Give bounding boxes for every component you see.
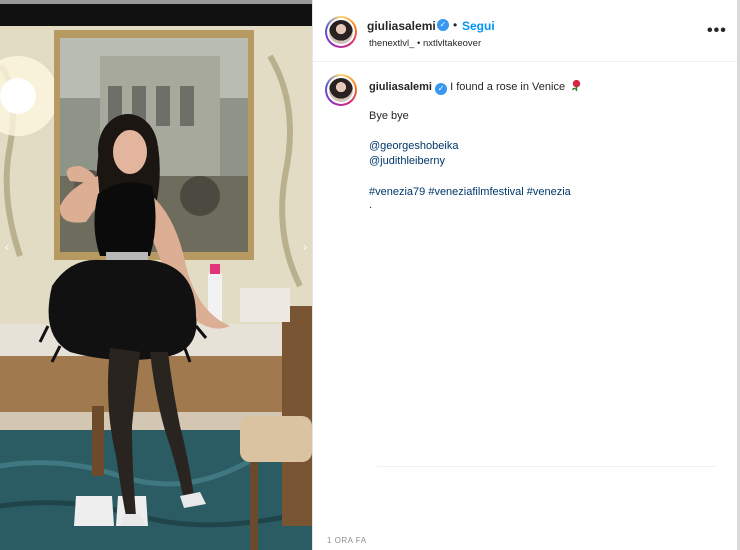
post-image — [0, 26, 312, 550]
author-username[interactable]: giuliasalemi — [367, 19, 436, 33]
top-bar-edge — [0, 0, 312, 4]
avatar-image — [329, 20, 353, 44]
next-arrow-icon[interactable]: › — [300, 238, 310, 254]
caption-first-line: giuliasalemi ✓ I found a rose in Venice — [369, 79, 583, 95]
caption-text: I found a rose in Venice — [450, 81, 566, 93]
follow-button[interactable]: Segui — [462, 19, 495, 33]
verified-badge-icon: ✓ — [437, 19, 449, 31]
caption-avatar[interactable] — [325, 74, 357, 106]
post-header: giuliasalemi ✓ • Segui thenextlvl_ • nxt… — [313, 0, 737, 62]
separator-dot: • — [453, 18, 458, 32]
previous-arrow-icon[interactable]: ‹ — [2, 238, 12, 254]
rose-emoji-icon — [572, 79, 581, 92]
author-avatar[interactable] — [325, 16, 357, 48]
divider — [377, 466, 717, 467]
caption-author[interactable]: giuliasalemi — [369, 81, 432, 93]
collab-accounts[interactable]: thenextlvl_ • nxtlvltakeover — [369, 38, 481, 49]
caption-verified-badge-icon: ✓ — [435, 83, 448, 95]
post-side-panel: giuliasalemi ✓ • Segui thenextlvl_ • nxt… — [312, 0, 740, 550]
more-options-icon[interactable]: ••• — [707, 22, 727, 40]
caption-trailing: . — [369, 199, 373, 211]
post-photo[interactable]: ‹ › — [0, 26, 312, 550]
hashtags-line[interactable]: #venezia79 #veneziafilmfestival #venezia — [369, 186, 571, 198]
mention-georgeshobeika[interactable]: @georgeshobeika — [369, 140, 458, 152]
post-timestamp[interactable]: 1 ORA FA — [327, 536, 367, 545]
caption-line-2: Bye bye — [369, 110, 409, 122]
mention-judithleiberny[interactable]: @judithleiberny — [369, 155, 445, 167]
